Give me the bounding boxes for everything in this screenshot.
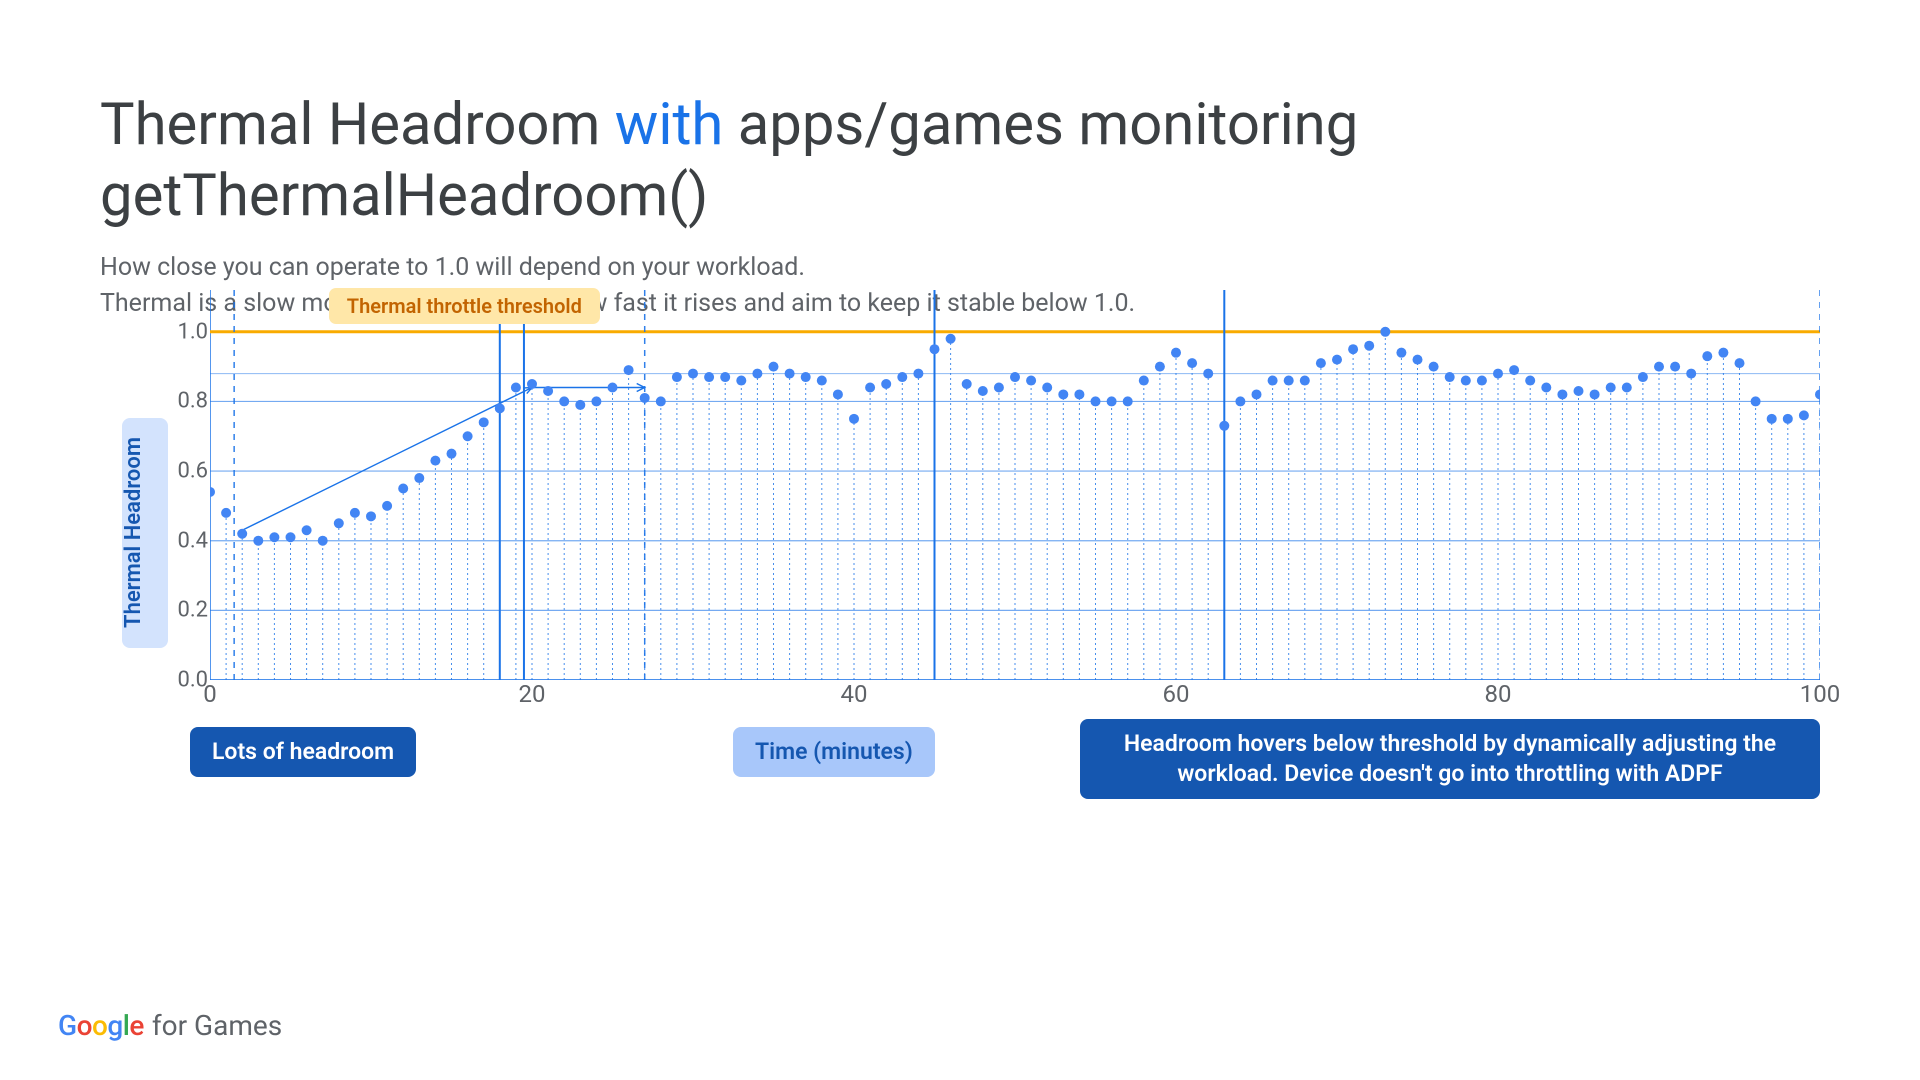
- chart-area: Thermal Headroom 0.0 0.2 0.4 0.6 0.8 1.0 Ther…: [100, 290, 1820, 720]
- brand-suffix: for Games: [152, 1009, 282, 1042]
- x-tick-label: 40: [841, 680, 868, 708]
- slide-title: Thermal Headroom with apps/games monitor…: [100, 90, 1820, 232]
- x-tick-label: 80: [1485, 680, 1512, 708]
- title-part-1: Thermal Headroom: [100, 91, 615, 159]
- x-tick-label: 100: [1800, 680, 1840, 708]
- annotation-left: Lots of headroom: [190, 727, 416, 777]
- chart-svg: [210, 290, 1820, 680]
- x-tick-label: 0: [203, 680, 217, 708]
- y-tick-label: 0.0: [160, 668, 208, 693]
- slide: Thermal Headroom with apps/games monitor…: [0, 0, 1920, 1080]
- x-tick-label: 60: [1163, 680, 1190, 708]
- annotation-pills: Lots of headroom Time (minutes) Headroom…: [158, 725, 1820, 820]
- subtitle-line-1: How close you can operate to 1.0 will de…: [100, 253, 805, 282]
- y-tick-label: 0.2: [160, 598, 208, 623]
- threshold-label: Thermal throttle threshold: [329, 288, 600, 324]
- plot-svg-container: Thermal throttle threshold: [210, 290, 1820, 680]
- brand-footer: Google for Games: [58, 1009, 282, 1042]
- title-accent: with: [615, 91, 724, 159]
- x-axis-ticks: 020406080100: [210, 680, 1820, 720]
- y-axis-label: Thermal Headroom: [121, 437, 146, 628]
- y-tick-label: 0.8: [160, 389, 208, 414]
- y-tick-label: 0.6: [160, 459, 208, 484]
- annotation-right: Headroom hovers below threshold by dynam…: [1080, 719, 1820, 799]
- y-tick-label: 1.0: [160, 319, 208, 344]
- google-logo: Google: [58, 1009, 144, 1042]
- x-axis-label: Time (minutes): [733, 727, 935, 777]
- y-tick-label: 0.4: [160, 528, 208, 553]
- x-tick-label: 20: [519, 680, 546, 708]
- y-axis-ticks: 0.00.20.40.60.81.0: [160, 290, 208, 680]
